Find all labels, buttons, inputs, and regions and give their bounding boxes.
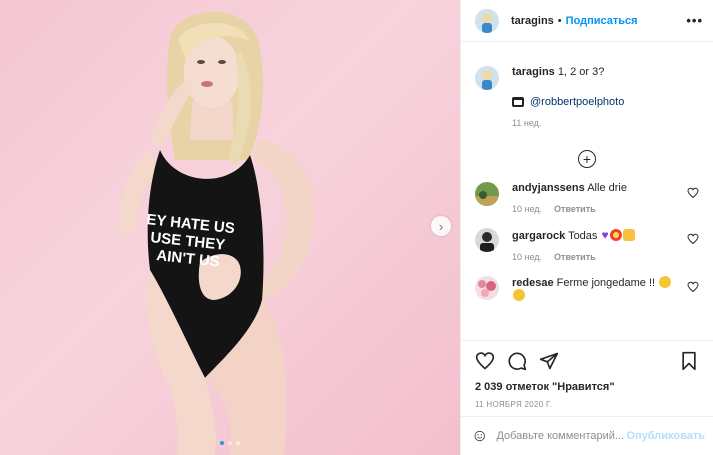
clapperboard-icon	[512, 97, 524, 107]
photo-credit: @robbertpoelphoto	[512, 96, 624, 108]
comment-text: Todas	[568, 230, 598, 242]
user-avatar-icon	[475, 8, 499, 33]
comments-list[interactable]: taragins 1, 2 or 3? @robbertpoelphoto 11…	[461, 52, 713, 340]
landscape-avatar-icon	[475, 182, 499, 206]
publish-button[interactable]: Опубликовать	[626, 430, 705, 442]
post-actions: 2 039 отметок "Нравится" 11 НОЯБРЯ 2020 …	[461, 340, 713, 416]
credit-mention-link[interactable]: @robbertpoelphoto	[530, 96, 624, 108]
action-icons	[475, 349, 699, 373]
carousel-next-button[interactable]: ›	[431, 216, 451, 236]
person-avatar-icon	[475, 228, 499, 252]
comment-input[interactable]	[496, 430, 627, 442]
avatar[interactable]	[475, 228, 499, 252]
avatar[interactable]	[475, 66, 499, 90]
carousel-dot	[220, 441, 224, 445]
like-comment-heart-icon[interactable]	[687, 187, 699, 199]
carousel-indicator	[0, 441, 460, 445]
comment-time: 10 нед.	[512, 252, 543, 262]
caption-time: 11 нед.	[512, 118, 542, 128]
comment-body: andyjanssens Alle drie 10 нед. Ответить	[512, 182, 682, 214]
header-separator: •	[557, 14, 562, 27]
avatar[interactable]	[475, 182, 499, 206]
like-comment-heart-icon[interactable]	[687, 233, 699, 245]
avatar[interactable]	[475, 8, 499, 33]
flowers-avatar-icon	[475, 276, 499, 300]
instagram-post-modal: EY HATE US USE THEY AIN'T US › taragins …	[0, 0, 713, 455]
comment-body: redesae Ferme jongedame !!	[512, 276, 682, 302]
post-side-panel: taragins • Подписаться ••• taragins 1, 2	[460, 0, 713, 455]
caption: taragins 1, 2 or 3? @robbertpoelphoto 11…	[475, 66, 699, 128]
comment-bubble-icon[interactable]	[507, 351, 527, 371]
caption-username[interactable]: taragins	[512, 66, 555, 78]
follow-button[interactable]: Подписаться	[566, 15, 638, 27]
comment-meta: 10 нед. Ответить	[512, 252, 682, 262]
emoji-smiley-icon[interactable]	[474, 426, 485, 446]
comment-username[interactable]: redesae	[512, 277, 554, 289]
purple-heart-icon: ♥	[601, 228, 609, 242]
raising-hands-icon	[622, 229, 635, 241]
post-date: 11 НОЯБРЯ 2020 Г.	[475, 400, 553, 409]
share-paper-plane-icon[interactable]	[539, 351, 559, 371]
comment-username[interactable]: andyjanssens	[512, 182, 585, 194]
comment-meta: 10 нед. Ответить	[512, 204, 682, 214]
add-comment-form: Опубликовать	[461, 416, 713, 455]
comment-item: andyjanssens Alle drie 10 нед. Ответить	[475, 182, 699, 214]
comment-time: 10 нед.	[512, 204, 543, 214]
model-photo: EY HATE US USE THEY AIN'T US	[118, 11, 315, 455]
post-header: taragins • Подписаться •••	[461, 0, 713, 42]
comment-item: gargarock Todas ♥ 10 нед. Ответить	[475, 228, 699, 262]
caption-body: taragins 1, 2 or 3? @robbertpoelphoto 11…	[512, 66, 624, 128]
bookmark-icon[interactable]	[679, 351, 699, 371]
avatar[interactable]	[475, 276, 499, 300]
user-avatar-icon	[475, 66, 499, 90]
like-comment-heart-icon[interactable]	[687, 281, 699, 293]
comment-text: Ferme jongedame !!	[556, 277, 656, 289]
collision-icon	[609, 229, 622, 241]
caption-line: taragins 1, 2 or 3?	[512, 66, 624, 78]
load-more-comments[interactable]: +	[475, 150, 699, 168]
like-heart-icon[interactable]	[475, 351, 495, 371]
comment-item: redesae Ferme jongedame !!	[475, 276, 699, 302]
chevron-right-icon: ›	[438, 218, 444, 234]
carousel-dot	[228, 441, 232, 445]
grinning-face-icon	[659, 276, 672, 288]
comment-text: Alle drie	[587, 182, 627, 194]
comment-body: gargarock Todas ♥ 10 нед. Ответить	[512, 228, 682, 262]
header-username[interactable]: taragins	[511, 15, 554, 27]
carousel-dot	[236, 441, 240, 445]
reply-button[interactable]: Ответить	[554, 252, 596, 262]
caption-text: 1, 2 or 3?	[557, 66, 605, 78]
reply-button[interactable]: Ответить	[554, 204, 596, 214]
comment-username[interactable]: gargarock	[512, 230, 565, 242]
grinning-face-icon	[513, 289, 525, 301]
more-options-icon[interactable]: •••	[686, 13, 703, 28]
post-photo[interactable]: EY HATE US USE THEY AIN'T US ›	[0, 0, 460, 455]
plus-circle-icon[interactable]: +	[578, 150, 596, 168]
likes-count[interactable]: 2 039 отметок "Нравится"	[475, 381, 699, 393]
